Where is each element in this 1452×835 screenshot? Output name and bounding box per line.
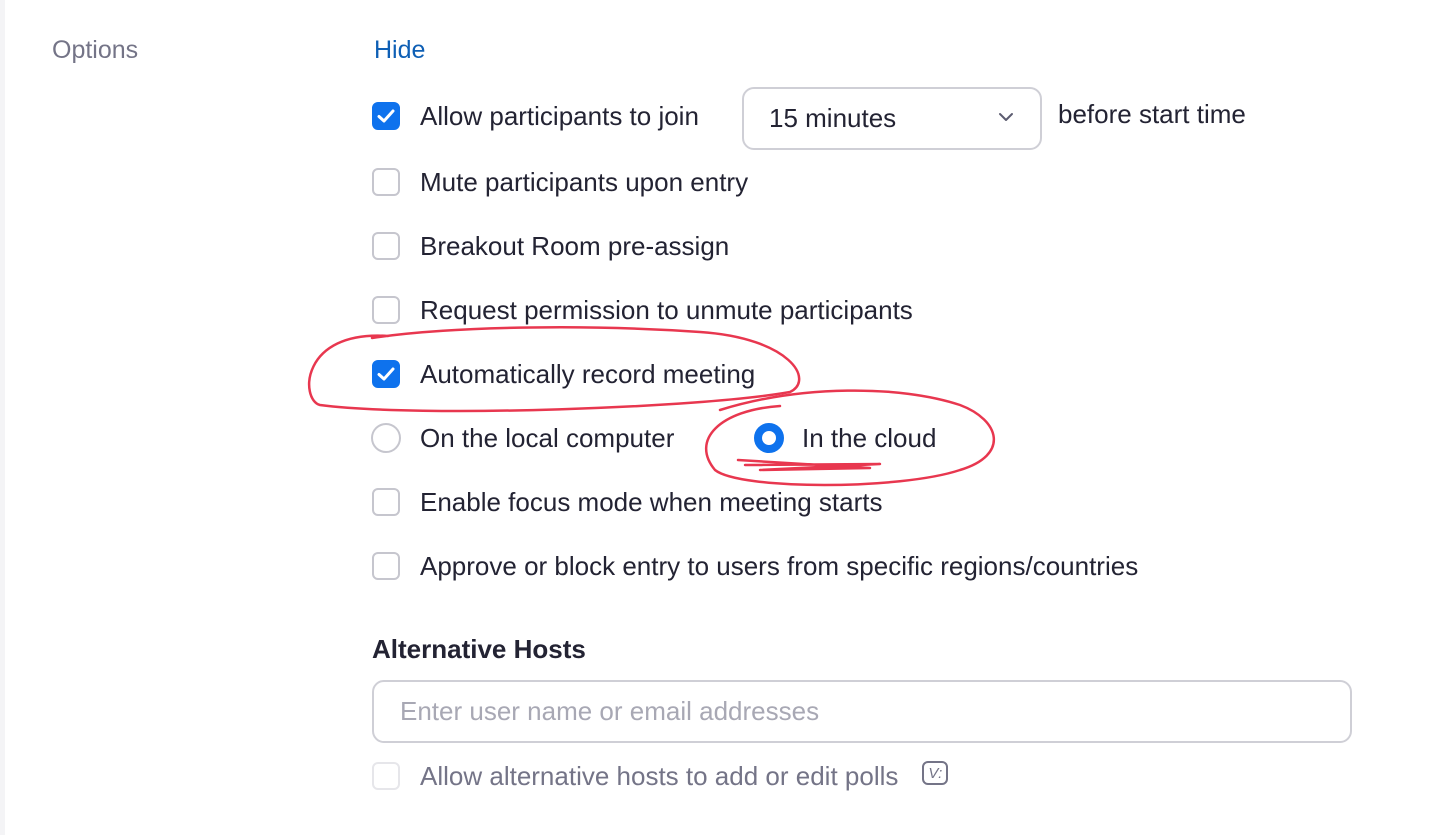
auto-record-row: Automatically record meeting <box>372 357 755 391</box>
region-block-checkbox[interactable] <box>372 552 400 580</box>
breakout-preassign-checkbox[interactable] <box>372 232 400 260</box>
options-section-label: Options <box>52 36 139 64</box>
auto-record-label: Automatically record meeting <box>420 358 756 389</box>
auto-record-checkbox[interactable] <box>372 360 400 388</box>
annotation-underline-cloud <box>736 458 882 472</box>
hide-options-link[interactable]: Hide <box>374 36 425 65</box>
join-before-checkbox[interactable] <box>372 102 400 130</box>
alternative-hosts-title: Alternative Hosts <box>372 634 586 664</box>
record-local-row: On the local computer <box>371 421 674 455</box>
alt-host-polls-label: Allow alternative hosts to add or edit p… <box>420 760 899 791</box>
page-left-edge <box>0 0 5 835</box>
join-time-value: 15 minutes <box>769 103 897 133</box>
checkmark-icon <box>377 109 395 123</box>
focus-mode-row: Enable focus mode when meeting starts <box>372 485 882 519</box>
request-unmute-row: Request permission to unmute participant… <box>372 293 913 327</box>
record-cloud-radio[interactable] <box>754 423 784 453</box>
request-unmute-checkbox[interactable] <box>372 296 400 324</box>
alternative-hosts-input[interactable] <box>372 680 1352 743</box>
breakout-preassign-row: Breakout Room pre-assign <box>372 229 729 263</box>
record-cloud-row: In the cloud <box>754 421 936 455</box>
focus-mode-checkbox[interactable] <box>372 488 400 516</box>
mute-on-entry-row: Mute participants upon entry <box>372 165 748 199</box>
join-before-row: Allow participants to join <box>372 99 699 133</box>
region-block-label: Approve or block entry to users from spe… <box>420 550 1139 581</box>
mute-on-entry-label: Mute participants upon entry <box>420 166 749 197</box>
checkmark-icon <box>377 367 395 381</box>
mute-on-entry-checkbox[interactable] <box>372 168 400 196</box>
record-local-radio[interactable] <box>371 423 401 453</box>
focus-mode-label: Enable focus mode when meeting starts <box>420 486 883 517</box>
join-before-label: Allow participants to join <box>420 100 699 131</box>
chevron-down-icon <box>999 113 1013 121</box>
record-cloud-label: In the cloud <box>802 422 937 453</box>
join-time-select[interactable]: 15 minutes <box>742 87 1042 150</box>
record-local-label: On the local computer <box>420 422 675 453</box>
request-unmute-label: Request permission to unmute participant… <box>420 294 913 325</box>
alt-host-polls-checkbox[interactable] <box>372 762 400 790</box>
poll-icon[interactable]: V: <box>922 761 949 785</box>
region-block-row: Approve or block entry to users from spe… <box>372 549 1138 583</box>
alt-host-polls-row: Allow alternative hosts to add or edit p… <box>372 759 949 793</box>
join-before-suffix: before start time <box>1058 99 1246 129</box>
breakout-preassign-label: Breakout Room pre-assign <box>420 230 730 261</box>
